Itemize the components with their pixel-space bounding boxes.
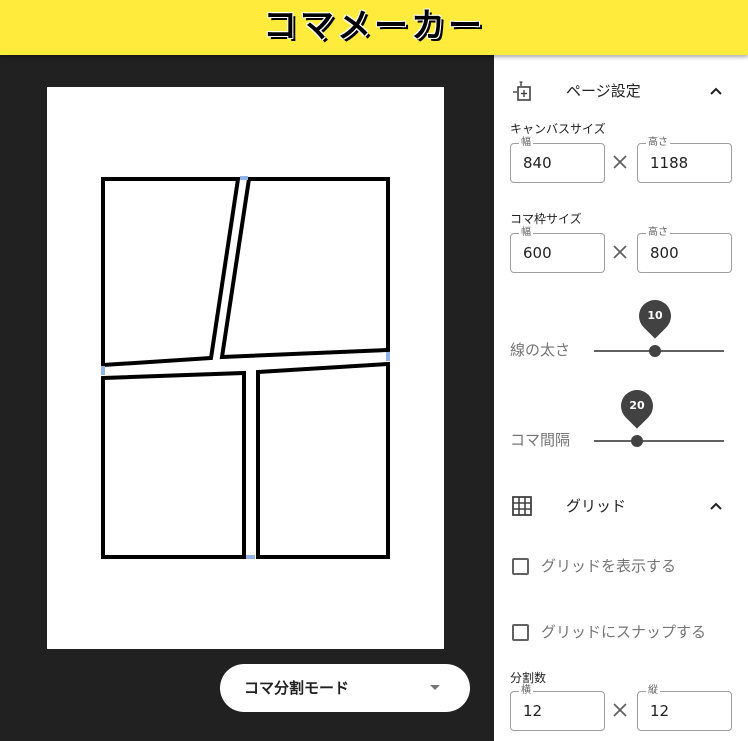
panel-gap-value: 20 <box>629 399 645 412</box>
grid-h-divisions-field[interactable]: 横 12 <box>510 685 605 731</box>
caret-down-icon <box>430 685 440 690</box>
grid-icon <box>512 496 532 516</box>
times-icon <box>613 703 627 717</box>
times-icon <box>613 245 627 259</box>
frame-size-label: コマ枠サイズ <box>510 212 582 226</box>
canvas-width-field[interactable]: 幅 840 <box>510 137 605 183</box>
grid-header[interactable]: グリッド <box>494 482 748 530</box>
panel-gap-label: コマ間隔 <box>510 431 571 449</box>
settings-panel: ページ設定 キャンバスサイズ 幅 840 高さ 1188 コマ枠サイズ 幅 60… <box>494 55 748 741</box>
app-header: コマメーカー <box>0 0 748 55</box>
page-settings-icon <box>513 81 531 101</box>
split-handle-bottom[interactable] <box>246 555 255 559</box>
show-grid-checkbox[interactable] <box>512 558 529 575</box>
split-handle-top[interactable] <box>240 176 248 180</box>
grid-divisions-label: 分割数 <box>510 671 547 685</box>
grid-v-divisions-field[interactable]: 縦 12 <box>637 685 732 731</box>
line-width-slider-thumb[interactable] <box>649 345 661 357</box>
chevron-up-icon[interactable] <box>710 85 722 97</box>
snap-grid-checkbox[interactable] <box>512 624 529 641</box>
split-handle-left[interactable] <box>101 366 105 375</box>
frame-width-value: 600 <box>523 244 552 262</box>
mode-select-value: コマ分割モード <box>244 679 350 697</box>
frame-width-field[interactable]: 幅 600 <box>510 227 605 273</box>
comic-panel-top-left[interactable] <box>101 177 241 368</box>
app-logo: コマメーカー <box>263 6 485 46</box>
grid-h-divisions-value: 12 <box>523 702 543 720</box>
page-settings-title: ページ設定 <box>566 82 641 100</box>
panel-gap-slider-track[interactable] <box>594 440 724 442</box>
frame-height-value: 800 <box>650 244 679 262</box>
line-width-value: 10 <box>647 309 663 322</box>
canvas-width-value: 840 <box>523 154 552 172</box>
comic-panel-top-right[interactable] <box>219 177 390 360</box>
canvas-height-value: 1188 <box>650 154 689 172</box>
grid-v-divisions-value: 12 <box>650 702 670 720</box>
times-icon <box>613 155 627 169</box>
page-settings-header[interactable]: ページ設定 <box>494 67 748 115</box>
canvas-workspace: コマ分割モード <box>0 55 494 741</box>
comic-panel-bottom-right[interactable] <box>256 361 390 559</box>
snap-grid-label: グリッドにスナップする <box>541 623 707 641</box>
mode-select[interactable]: コマ分割モード <box>220 664 470 712</box>
comic-page-canvas[interactable] <box>47 87 444 649</box>
comic-panels[interactable] <box>47 87 444 649</box>
line-width-label: 線の太さ <box>510 341 571 359</box>
chevron-up-icon[interactable] <box>710 500 722 512</box>
comic-panel-bottom-left[interactable] <box>101 370 246 559</box>
canvas-height-field[interactable]: 高さ 1188 <box>637 137 732 183</box>
frame-height-field[interactable]: 高さ 800 <box>637 227 732 273</box>
panel-gap-slider-thumb[interactable] <box>631 435 643 447</box>
grid-title: グリッド <box>566 497 627 515</box>
split-handle-right[interactable] <box>386 352 390 361</box>
canvas-size-label: キャンバスサイズ <box>510 122 606 136</box>
show-grid-label: グリッドを表示する <box>541 557 677 575</box>
